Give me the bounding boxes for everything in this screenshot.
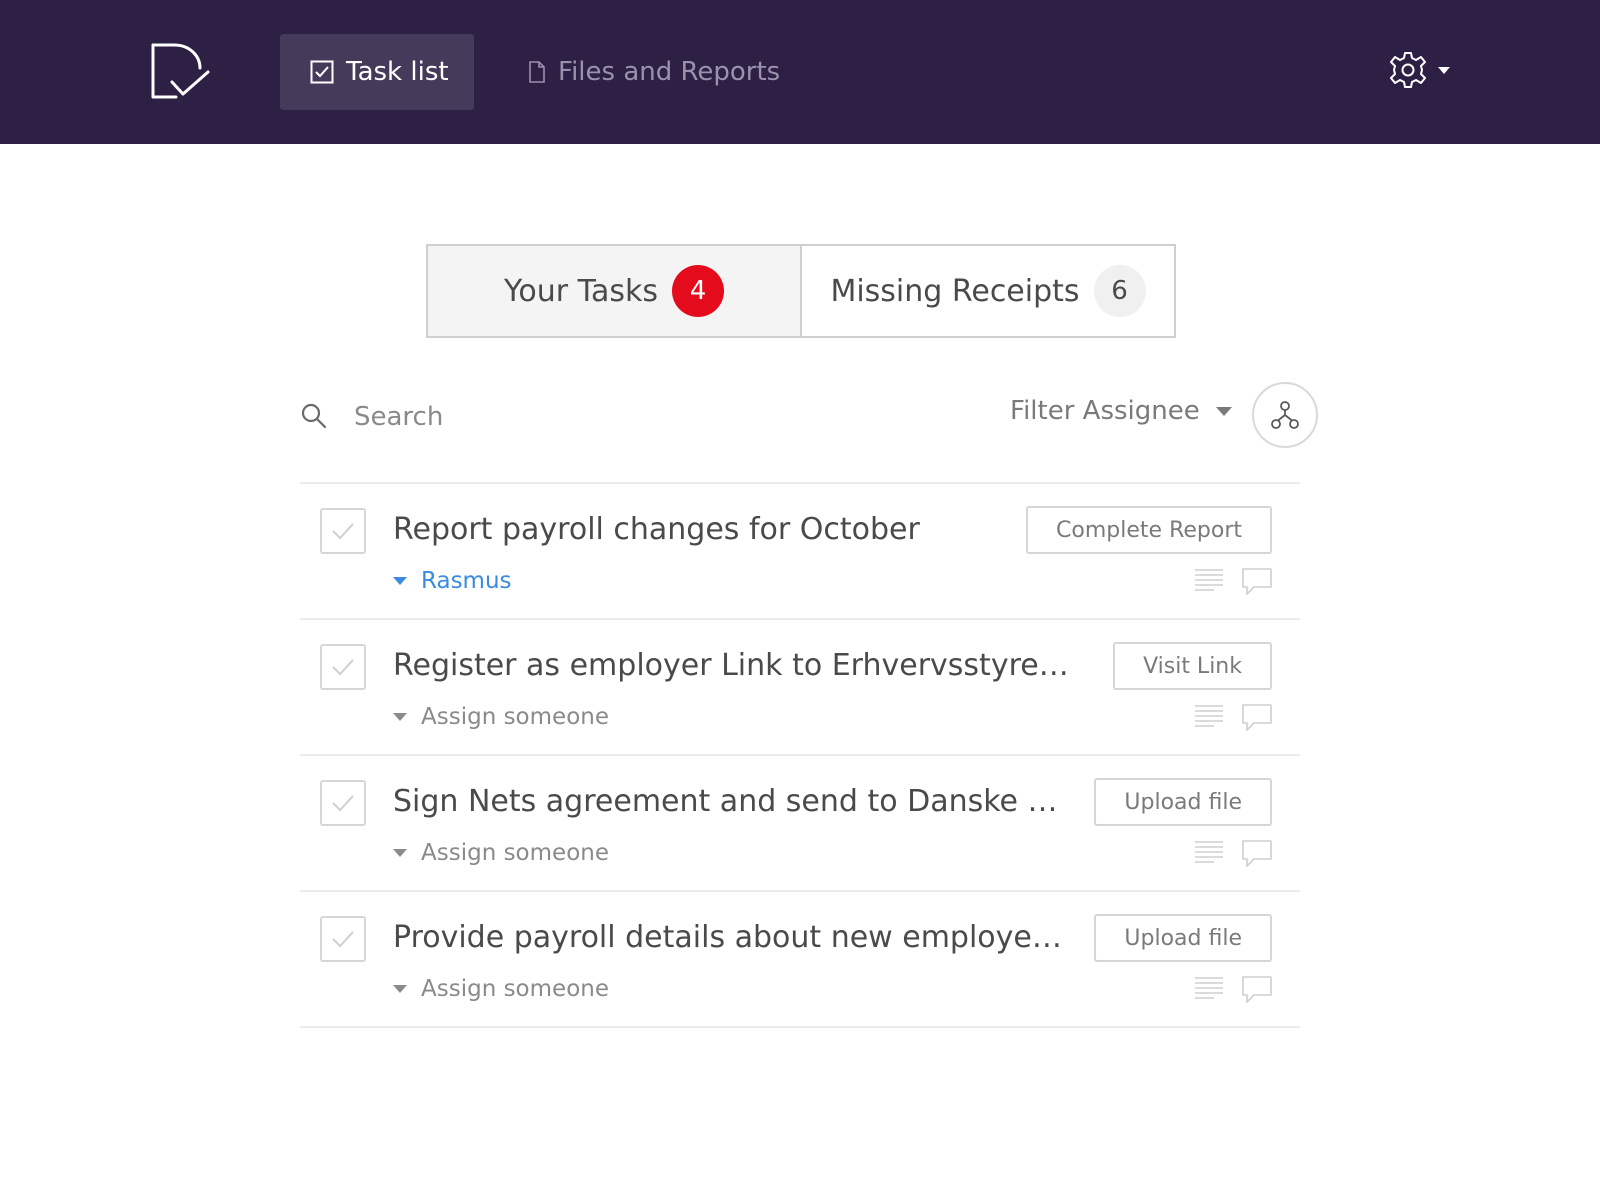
nav-tab-task-list[interactable]: Task list (280, 34, 474, 110)
task-row: Report payroll changes for October Rasmu… (300, 484, 1300, 620)
checkmark-icon (332, 795, 354, 812)
assignee-dropdown[interactable]: Assign someone (393, 976, 609, 1002)
notes-icon[interactable] (1194, 704, 1224, 730)
tab-label: Missing Receipts (830, 273, 1080, 309)
count-badge: 4 (671, 265, 724, 317)
task-list: Report payroll changes for October Rasmu… (300, 482, 1300, 1028)
task-complete-checkbox[interactable] (320, 916, 366, 962)
task-row: Register as employer Link to Erhvervssty… (300, 620, 1300, 756)
assignee-name: Assign someone (421, 976, 609, 1002)
nav-tab-label: Files and Reports (558, 57, 781, 87)
task-complete-checkbox[interactable] (320, 780, 366, 826)
task-complete-checkbox[interactable] (320, 508, 366, 554)
task-row: Provide payroll details about new employ… (300, 892, 1300, 1028)
hierarchy-view-button[interactable] (1252, 382, 1318, 448)
search-icon (301, 403, 327, 429)
task-title[interactable]: Report payroll changes for October (393, 512, 1075, 547)
search-input[interactable] (352, 396, 916, 438)
task-title[interactable]: Sign Nets agreement and send to Danske B… (393, 784, 1075, 819)
chevron-down-icon (393, 985, 407, 993)
assignee-dropdown[interactable]: Assign someone (393, 704, 609, 730)
tab-label: Your Tasks (504, 273, 658, 309)
document-icon (529, 61, 545, 83)
task-complete-checkbox[interactable] (320, 644, 366, 690)
nav-tab-label: Task list (346, 57, 449, 87)
notes-icon[interactable] (1194, 976, 1224, 1002)
comment-icon[interactable] (1242, 568, 1272, 596)
task-title[interactable]: Register as employer Link to Erhvervssty… (393, 648, 1075, 683)
assignee-name: Assign someone (421, 840, 609, 866)
task-title[interactable]: Provide payroll details about new employ… (393, 920, 1075, 955)
assignee-name: Assign someone (421, 704, 609, 730)
filter-label: Filter Assignee (1010, 396, 1200, 426)
complete-report-button[interactable]: Complete Report (1026, 506, 1272, 554)
assignee-dropdown[interactable]: Rasmus (393, 568, 512, 594)
chevron-down-icon (393, 713, 407, 721)
nav-tab-files-and-reports[interactable]: Files and Reports (516, 34, 780, 110)
upload-file-button[interactable]: Upload file (1094, 778, 1272, 826)
gear-icon (1390, 52, 1426, 88)
comment-icon[interactable] (1242, 976, 1272, 1004)
comment-icon[interactable] (1242, 704, 1272, 732)
task-icons (1194, 704, 1272, 732)
chevron-down-icon (1438, 66, 1450, 74)
task-icons (1194, 568, 1272, 596)
app-logo-icon[interactable] (150, 42, 212, 100)
checkmark-icon (332, 931, 354, 948)
checkmark-icon (332, 659, 354, 676)
assignee-dropdown[interactable]: Assign someone (393, 840, 609, 866)
search-filter-bar: Filter Assignee (300, 380, 1320, 454)
tab-your-tasks[interactable]: Your Tasks 4 (428, 246, 802, 336)
settings-menu-button[interactable] (1388, 50, 1450, 90)
notes-icon[interactable] (1194, 568, 1224, 594)
top-nav-bar: Task list Files and Reports (0, 0, 1600, 144)
filter-assignee-dropdown[interactable]: Filter Assignee (1010, 396, 1232, 426)
count-badge: 6 (1093, 265, 1146, 317)
checkbox-icon (310, 60, 334, 84)
chevron-down-icon (393, 849, 407, 857)
tab-missing-receipts[interactable]: Missing Receipts 6 (802, 246, 1174, 336)
comment-icon[interactable] (1242, 840, 1272, 868)
chevron-down-icon (1215, 406, 1232, 416)
upload-file-button[interactable]: Upload file (1094, 914, 1272, 962)
chevron-down-icon (393, 577, 407, 585)
task-icons (1194, 976, 1272, 1004)
org-hierarchy-icon (1271, 401, 1299, 429)
task-category-tabs: Your Tasks 4 Missing Receipts 6 (426, 244, 1176, 338)
assignee-name: Rasmus (421, 568, 512, 594)
checkmark-icon (332, 523, 354, 540)
visit-link-button[interactable]: Visit Link (1113, 642, 1272, 690)
notes-icon[interactable] (1194, 840, 1224, 866)
task-icons (1194, 840, 1272, 868)
task-row: Sign Nets agreement and send to Danske B… (300, 756, 1300, 892)
